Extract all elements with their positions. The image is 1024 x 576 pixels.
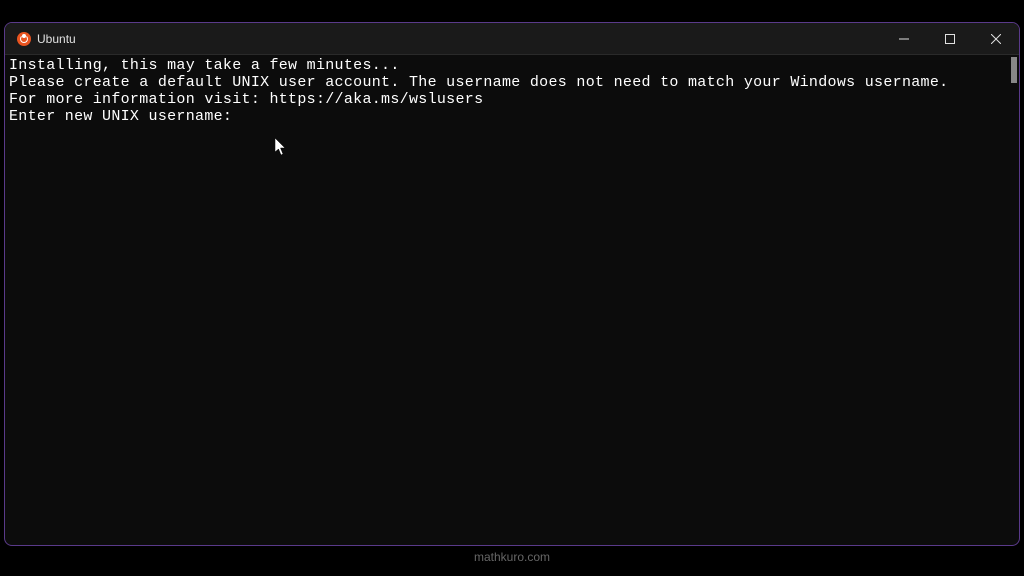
window-controls [881,23,1019,54]
terminal-window: Ubuntu Installing, this may take a few m… [4,22,1020,546]
terminal-prompt: Enter new UNIX username: [9,108,1015,125]
terminal-line: Please create a default UNIX user accoun… [9,74,1015,91]
minimize-button[interactable] [881,23,927,54]
mouse-cursor-icon [275,138,289,161]
terminal-line: Installing, this may take a few minutes.… [9,57,1015,74]
scrollbar-thumb[interactable] [1011,57,1017,83]
watermark: mathkuro.com [474,550,550,564]
tab-title: Ubuntu [37,32,76,46]
maximize-button[interactable] [927,23,973,54]
terminal-body[interactable]: Installing, this may take a few minutes.… [5,55,1019,545]
terminal-line: For more information visit: https://aka.… [9,91,1015,108]
ubuntu-icon [17,32,31,46]
tab-ubuntu[interactable]: Ubuntu [5,23,88,54]
titlebar: Ubuntu [5,23,1019,55]
close-button[interactable] [973,23,1019,54]
